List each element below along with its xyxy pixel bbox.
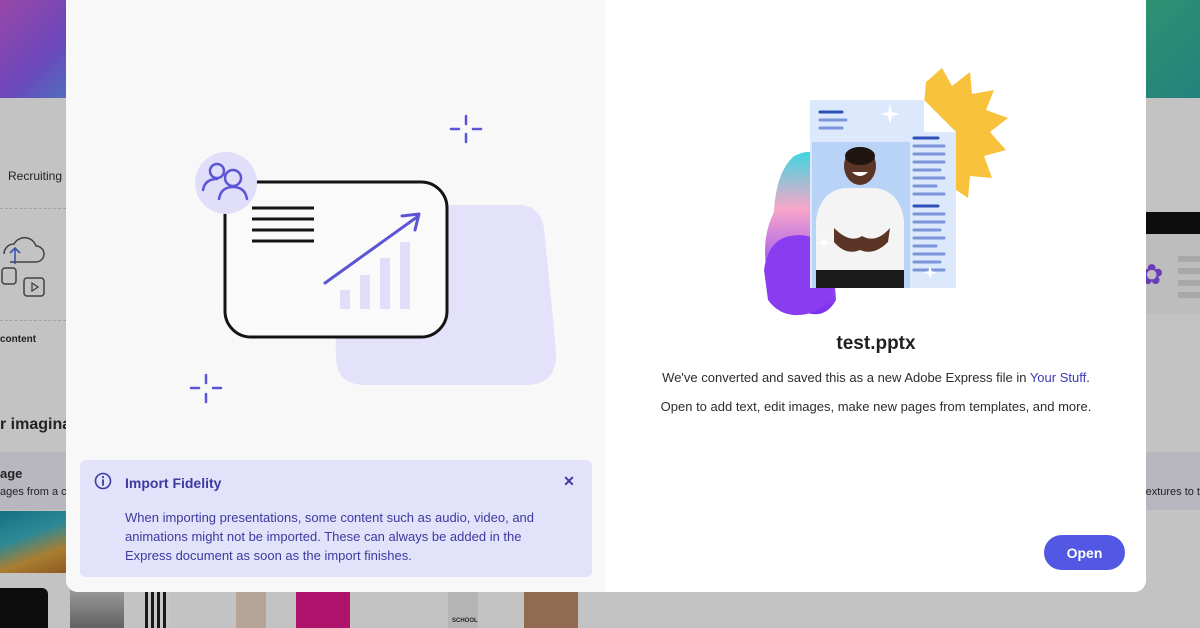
info-icon bbox=[94, 472, 112, 490]
import-dialog: Import Fidelity ✕ When importing present… bbox=[66, 0, 1146, 592]
banner-body: When importing presentations, some conte… bbox=[125, 510, 535, 563]
conversion-hint: Open to add text, edit images, make new … bbox=[660, 399, 1092, 414]
converted-file-illustration bbox=[764, 68, 1008, 316]
dialog-right-pane: test.pptx We've converted and saved this… bbox=[606, 0, 1146, 592]
conversion-message: We've converted and saved this as a new … bbox=[606, 370, 1146, 385]
file-name: test.pptx bbox=[836, 333, 916, 354]
import-fidelity-banner: Import Fidelity ✕ When importing present… bbox=[80, 460, 592, 577]
dialog-left-pane: Import Fidelity ✕ When importing present… bbox=[66, 0, 606, 592]
your-stuff-link[interactable]: Your Stuff bbox=[1030, 370, 1086, 385]
presentation-illustration bbox=[189, 114, 557, 404]
message-prefix: We've converted and saved this as a new … bbox=[662, 370, 1030, 385]
open-button[interactable]: Open bbox=[1044, 535, 1125, 570]
close-icon[interactable]: ✕ bbox=[560, 472, 578, 490]
banner-title: Import Fidelity bbox=[125, 475, 222, 491]
message-suffix: . bbox=[1086, 370, 1090, 385]
